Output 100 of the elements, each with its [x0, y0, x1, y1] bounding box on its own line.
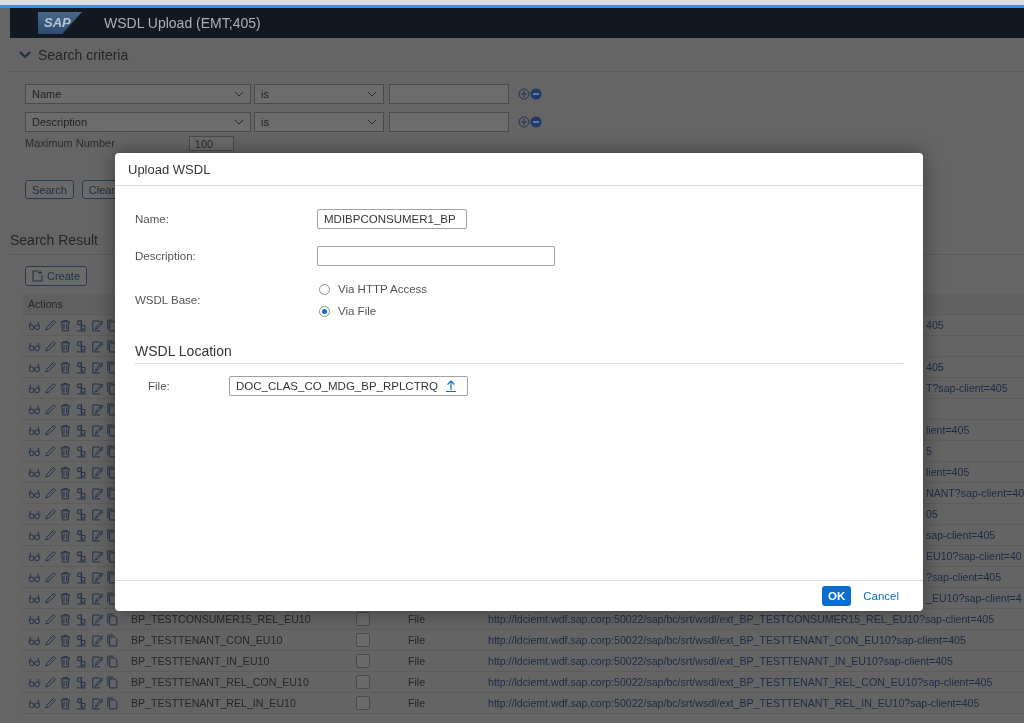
trash-icon[interactable] — [59, 402, 72, 416]
split-document-icon[interactable] — [75, 528, 88, 542]
radio-label[interactable]: Via File — [338, 305, 377, 317]
remove-icon[interactable] — [530, 88, 542, 100]
trash-icon[interactable] — [59, 486, 72, 500]
trash-icon[interactable] — [59, 507, 72, 521]
radio-label[interactable]: Via HTTP Access — [338, 283, 428, 295]
trash-icon[interactable] — [59, 549, 72, 563]
trash-icon[interactable] — [59, 675, 72, 689]
add-icon[interactable] — [518, 116, 530, 128]
split-document-icon[interactable] — [75, 486, 88, 500]
split-document-icon[interactable] — [75, 654, 88, 668]
trash-icon[interactable] — [59, 528, 72, 542]
trash-icon[interactable] — [59, 444, 72, 458]
url-cell: 5 — [926, 445, 932, 457]
pencil-icon[interactable] — [43, 360, 57, 374]
operator-dropdown[interactable]: is — [254, 84, 384, 104]
type-cell: File — [408, 655, 426, 667]
split-document-icon[interactable] — [75, 381, 88, 395]
trash-icon[interactable] — [59, 318, 72, 332]
pencil-icon[interactable] — [43, 591, 57, 605]
pencil-icon[interactable] — [43, 402, 57, 416]
url-cell: http://ldciemt.wdf.sap.corp:50022/sap/bc/srt/wsdl/ext_BP_TESTTENANT_CON_EU10?sap-client=405 — [488, 634, 966, 646]
pencil-icon[interactable] — [43, 465, 57, 479]
pencil-icon[interactable] — [43, 318, 57, 332]
edit-document-icon[interactable] — [90, 654, 104, 668]
section-title: WSDL Location — [135, 343, 903, 364]
split-document-icon[interactable] — [75, 318, 88, 332]
upload-icon[interactable] — [445, 380, 457, 392]
trash-icon[interactable] — [59, 696, 72, 710]
field-label: Name: — [135, 213, 170, 225]
split-document-icon[interactable] — [75, 696, 88, 710]
edit-document-icon[interactable] — [90, 675, 104, 689]
trash-icon[interactable] — [59, 381, 72, 395]
text-field[interactable]: MDIBPCONSUMER1_BP — [317, 209, 467, 229]
pencil-icon[interactable] — [43, 381, 57, 395]
trash-icon[interactable] — [59, 654, 72, 668]
split-document-icon[interactable] — [75, 339, 88, 353]
split-document-icon[interactable] — [75, 360, 88, 374]
url-cell: T?sap-client=405 — [926, 382, 1008, 394]
trash-icon[interactable] — [59, 360, 72, 374]
split-document-icon[interactable] — [75, 402, 88, 416]
split-document-icon[interactable] — [75, 507, 88, 521]
edit-document-icon[interactable] — [90, 696, 104, 710]
split-document-icon[interactable] — [75, 612, 88, 626]
pencil-icon[interactable] — [43, 570, 57, 584]
pencil-icon[interactable] — [43, 528, 57, 542]
ok-button[interactable]: OK — [821, 586, 852, 606]
checkbox[interactable] — [356, 612, 370, 626]
split-document-icon[interactable] — [75, 444, 88, 458]
split-document-icon[interactable] — [75, 465, 88, 479]
pencil-icon[interactable] — [43, 675, 57, 689]
url-cell: http://ldciemt.wdf.sap.corp:50022/sap/bc/srt/wsdl/ext_BP_TESTCONSUMER15_REL_EU10?sap-client=405 — [488, 613, 995, 625]
pencil-icon[interactable] — [43, 339, 57, 353]
name-cell: BP_TESTTENANT_REL_IN_EU10 — [131, 697, 296, 709]
operator-dropdown[interactable]: is — [254, 112, 384, 132]
add-icon[interactable] — [518, 88, 530, 100]
checkbox[interactable] — [356, 675, 370, 689]
pencil-icon[interactable] — [43, 507, 57, 521]
split-document-icon[interactable] — [75, 423, 88, 437]
split-document-icon[interactable] — [75, 570, 88, 584]
trash-icon[interactable] — [59, 570, 72, 584]
text-field[interactable] — [317, 246, 555, 266]
window-title: WSDL Upload (EMT;405) — [104, 15, 261, 31]
split-document-icon[interactable] — [75, 591, 88, 605]
pencil-icon[interactable] — [43, 696, 57, 710]
name-cell: BP_TESTTENANT_IN_EU10 — [131, 655, 270, 667]
cancel-button[interactable]: Cancel — [857, 590, 905, 602]
edit-document-icon[interactable] — [90, 633, 104, 647]
split-document-icon[interactable] — [75, 549, 88, 563]
pencil-icon[interactable] — [43, 633, 57, 647]
checkbox[interactable] — [356, 633, 370, 647]
pencil-icon[interactable] — [43, 549, 57, 563]
pencil-icon[interactable] — [43, 486, 57, 500]
remove-icon[interactable] — [530, 116, 542, 128]
trash-icon[interactable] — [59, 465, 72, 479]
value-field[interactable] — [389, 112, 509, 132]
pencil-icon[interactable] — [43, 423, 57, 437]
field-dropdown[interactable]: Name — [25, 84, 251, 104]
edit-document-icon[interactable] — [90, 612, 104, 626]
file-field[interactable]: DOC_CLAS_CO_MDG_BP_RPLCTRQ — [229, 376, 468, 396]
action-button[interactable]: Search — [25, 180, 74, 199]
trash-icon[interactable] — [59, 423, 72, 437]
column-header: Actions — [28, 298, 63, 310]
value-field[interactable] — [389, 84, 509, 104]
trash-icon[interactable] — [59, 633, 72, 647]
url-cell: ?sap-client=405 — [926, 571, 1002, 583]
trash-icon[interactable] — [59, 339, 72, 353]
pencil-icon[interactable] — [43, 612, 57, 626]
pencil-icon[interactable] — [43, 444, 57, 458]
create-button[interactable]: Create — [25, 266, 88, 286]
trash-icon[interactable] — [59, 591, 72, 605]
trash-icon[interactable] — [59, 612, 72, 626]
split-document-icon[interactable] — [75, 633, 88, 647]
checkbox[interactable] — [356, 696, 370, 710]
checkbox[interactable] — [356, 654, 370, 668]
pencil-icon[interactable] — [43, 654, 57, 668]
split-document-icon[interactable] — [75, 675, 88, 689]
max-results-label: Maximum Number — [25, 137, 115, 149]
field-dropdown[interactable]: Description — [25, 112, 251, 132]
